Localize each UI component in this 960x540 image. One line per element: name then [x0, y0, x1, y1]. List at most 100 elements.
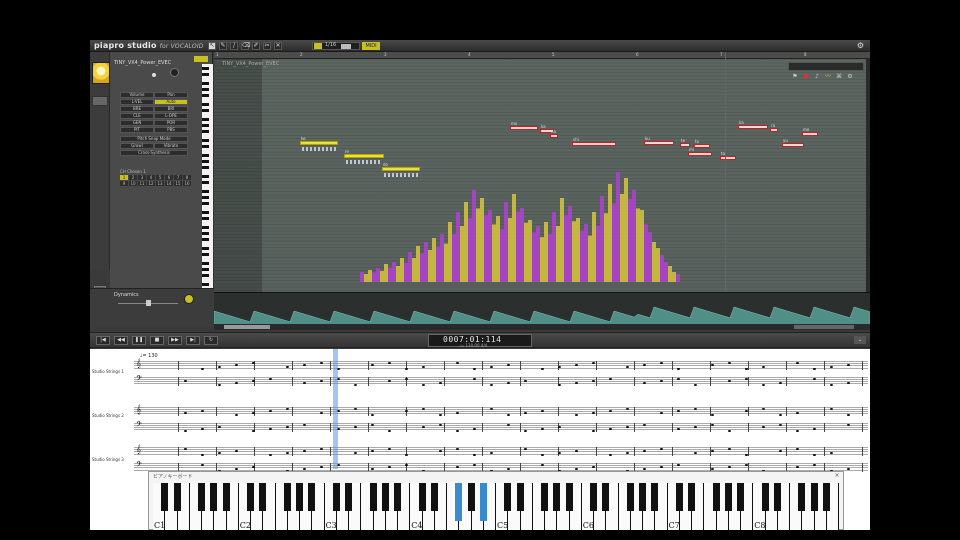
black-key[interactable]: [737, 483, 744, 511]
singer-avatar[interactable]: [92, 62, 110, 84]
black-key[interactable]: [202, 181, 209, 184]
note-mode-icon[interactable]: [92, 96, 108, 106]
param-button[interactable]: BRI: [154, 106, 188, 112]
set-icon[interactable]: ⌘: [834, 73, 844, 80]
vertical-scrollbar[interactable]: [866, 59, 870, 292]
black-key[interactable]: [761, 483, 769, 511]
close-icon[interactable]: ×: [833, 472, 841, 479]
black-key[interactable]: [602, 483, 610, 511]
channel-14[interactable]: 14: [165, 181, 173, 186]
channel-10[interactable]: 10: [129, 181, 137, 186]
stop-button[interactable]: ■: [150, 336, 164, 345]
black-key[interactable]: [202, 130, 209, 133]
eraser-tool-icon[interactable]: ⌫: [241, 42, 250, 50]
expand-icon[interactable]: ⌄: [854, 336, 866, 344]
channel-12[interactable]: 12: [147, 181, 155, 186]
loop-button[interactable]: ↻: [204, 336, 218, 345]
black-key[interactable]: [202, 145, 209, 148]
black-key[interactable]: [202, 238, 209, 241]
channel-4[interactable]: 4: [147, 175, 155, 180]
black-key[interactable]: [202, 211, 209, 214]
knife-tool-icon[interactable]: ✂: [263, 42, 271, 50]
black-key[interactable]: [202, 109, 209, 112]
go-end-button[interactable]: ▶|: [186, 336, 200, 345]
param-button[interactable]: BRE: [120, 106, 154, 112]
black-key[interactable]: [541, 483, 548, 511]
black-key[interactable]: [202, 253, 209, 256]
horizontal-scrollbar[interactable]: [214, 324, 870, 330]
black-key[interactable]: [773, 483, 781, 511]
vib-icon[interactable]: 〰: [823, 73, 833, 80]
score-view[interactable]: ♩= 130 𝄞 𝄢 𝄞 𝄢 𝄞 𝄢 Studio Strings 1 Studio Stri…: [90, 349, 870, 530]
param-button[interactable]: Pan: [154, 92, 188, 98]
dynamics-lane[interactable]: [214, 292, 870, 328]
pause-button[interactable]: ❚❚: [132, 336, 146, 345]
black-key[interactable]: [202, 139, 209, 142]
black-key[interactable]: [202, 202, 209, 205]
black-key[interactable]: [516, 483, 524, 511]
param-button[interactable]: L-VEL: [120, 99, 154, 105]
black-key[interactable]: [675, 483, 683, 511]
black-key[interactable]: [161, 483, 169, 511]
mute-indicator[interactable]: [152, 73, 156, 77]
note[interactable]: [382, 167, 420, 171]
black-key[interactable]: [590, 483, 597, 511]
note[interactable]: [644, 141, 674, 145]
keyboard-keys[interactable]: C1 C2 C3 C4 C5 C6 C7 C8: [153, 483, 839, 530]
fast-forward-button[interactable]: ▶▶: [168, 336, 182, 345]
black-key[interactable]: [394, 483, 401, 511]
midi-mode-button[interactable]: MIDI: [362, 42, 380, 50]
note[interactable]: [720, 156, 736, 160]
black-key[interactable]: [565, 483, 573, 511]
vibrato-button[interactable]: Vibrato: [154, 143, 188, 149]
black-key[interactable]: [308, 483, 316, 511]
go-start-button[interactable]: |◀: [96, 336, 110, 345]
black-key[interactable]: [202, 175, 209, 178]
channel-8[interactable]: 8: [183, 175, 191, 180]
note[interactable]: [344, 154, 384, 158]
channel-2[interactable]: 2: [129, 175, 137, 180]
dynamics-slider-handle[interactable]: [146, 300, 151, 306]
rewind-button[interactable]: ◀◀: [114, 336, 128, 345]
snap-control[interactable]: 1/16: [312, 42, 360, 50]
brush-tool-icon[interactable]: ✐: [252, 42, 260, 50]
black-key[interactable]: [210, 483, 218, 511]
black-key[interactable]: [202, 67, 209, 70]
score-cursor[interactable]: [333, 349, 338, 469]
close-tool-icon[interactable]: ✕: [274, 42, 282, 50]
black-key[interactable]: [202, 274, 209, 277]
black-key[interactable]: [455, 483, 463, 521]
black-key[interactable]: [202, 118, 209, 121]
black-key[interactable]: [418, 483, 426, 511]
snap-mode[interactable]: [341, 44, 351, 49]
black-key[interactable]: [369, 483, 377, 511]
black-key[interactable]: [332, 483, 340, 511]
black-key[interactable]: [296, 483, 303, 511]
param-button[interactable]: GEN: [120, 120, 154, 126]
channel-5[interactable]: 5: [156, 175, 164, 180]
black-key[interactable]: [712, 483, 720, 511]
piano-roll-keys[interactable]: [202, 64, 214, 292]
track-edit-button[interactable]: [194, 56, 208, 62]
black-key[interactable]: [381, 483, 389, 511]
black-key[interactable]: [202, 82, 209, 85]
black-key[interactable]: [202, 103, 209, 106]
note[interactable]: [802, 132, 818, 136]
snap-toggle[interactable]: [314, 43, 322, 49]
channel-15[interactable]: 15: [174, 181, 182, 186]
channel-9[interactable]: 9: [120, 181, 128, 186]
param-button[interactable]: Volume: [120, 92, 154, 98]
black-key[interactable]: [345, 483, 352, 511]
black-key[interactable]: [202, 94, 209, 97]
channel-16[interactable]: 16: [183, 181, 191, 186]
playhead[interactable]: [725, 52, 726, 292]
param-button[interactable]: PIT: [120, 127, 154, 133]
volume-knob[interactable]: [170, 68, 179, 77]
line-tool-icon[interactable]: /: [230, 42, 238, 50]
black-key[interactable]: [202, 160, 209, 163]
black-key[interactable]: [430, 483, 438, 511]
black-key[interactable]: [202, 268, 209, 271]
black-key[interactable]: [504, 483, 512, 511]
black-key[interactable]: [651, 483, 659, 511]
black-key[interactable]: [202, 226, 209, 229]
